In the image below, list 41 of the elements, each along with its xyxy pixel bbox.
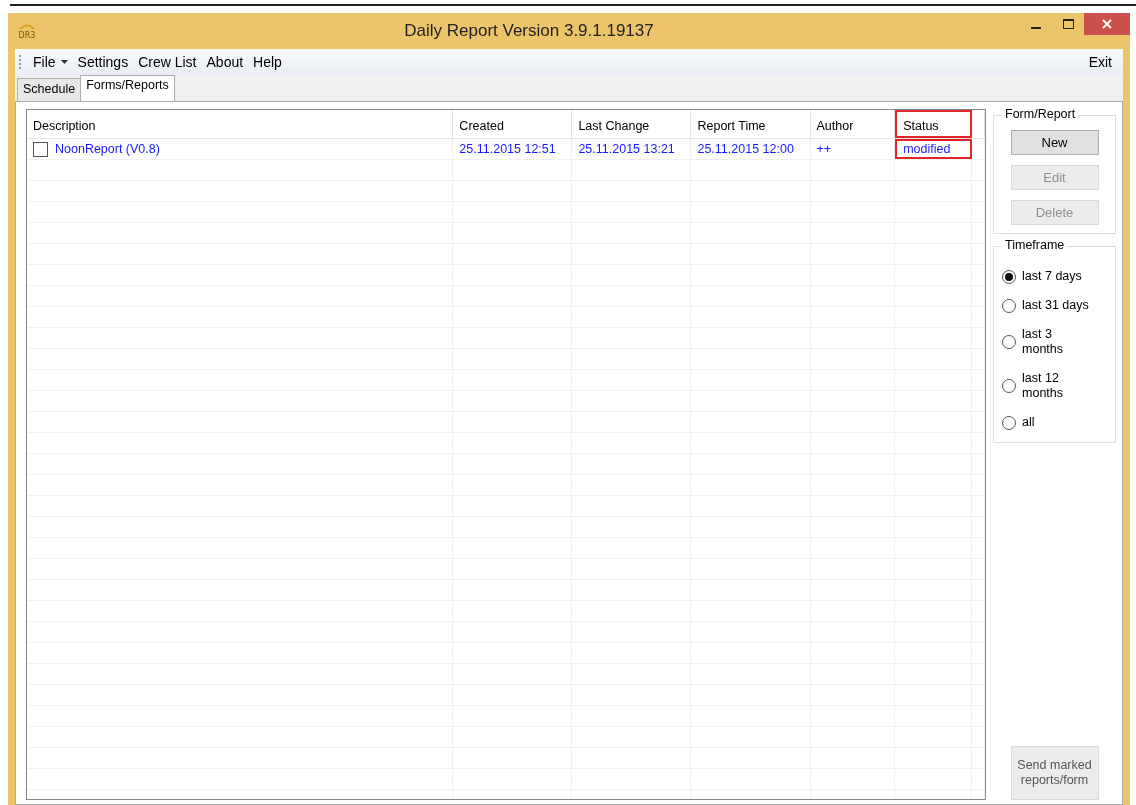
column-header[interactable]: Last Change [572,110,692,138]
radio-label[interactable]: last 3 months [1022,327,1093,357]
maximize-icon [1062,19,1074,29]
window-title: Daily Report Version 3.9.1.19137 [403,21,655,41]
radio-button[interactable] [1002,335,1017,349]
radio-label[interactable]: all [1022,415,1093,430]
checkbox[interactable] [33,141,48,157]
exit-menu-item[interactable]: Exit [1083,52,1117,72]
menu-item[interactable]: About [201,52,249,72]
group-title: Form/Report [1002,107,1079,121]
table-cell: 25.11.2015 13:21 [572,139,692,159]
minimize-icon [1031,26,1041,29]
column-header[interactable]: Description [27,110,454,138]
group-title: Timeframe [1002,238,1068,252]
radio-label[interactable]: last 31 days [1022,298,1093,313]
table-cell: modified [895,139,973,159]
table-cell: 25.11.2015 12:00 [691,139,811,159]
radio-button[interactable] [1002,379,1017,393]
tab[interactable]: Forms/Reports [80,75,175,101]
menu-item[interactable]: File [28,52,73,72]
column-header[interactable]: Author [810,110,896,138]
table-cell: NoonReport (V0.8) [55,142,160,156]
menu-item[interactable]: Crew List [133,52,202,72]
button[interactable]: New [1010,130,1099,155]
menu-item[interactable]: Settings [72,52,134,72]
close-icon [1102,19,1112,29]
radio-button[interactable] [1002,298,1017,313]
close-button[interactable] [1084,13,1130,35]
radio-button[interactable] [1002,415,1017,430]
column-header[interactable]: Created [453,110,573,138]
menu-item[interactable]: Help [248,52,287,72]
radio-label[interactable]: last 7 days [1022,269,1093,284]
column-header[interactable]: Report Time [691,110,811,138]
tab[interactable]: Schedule [17,78,82,101]
column-header[interactable]: Status [895,110,973,138]
table-cell: ++ [810,139,896,159]
table-cell: 25.11.2015 12:51 [453,139,573,159]
app-logo: DR3 [16,20,38,42]
radio-button[interactable] [1002,269,1017,284]
toolbar-grip-icon [19,54,22,70]
radio-label[interactable]: last 12 months [1022,371,1093,401]
